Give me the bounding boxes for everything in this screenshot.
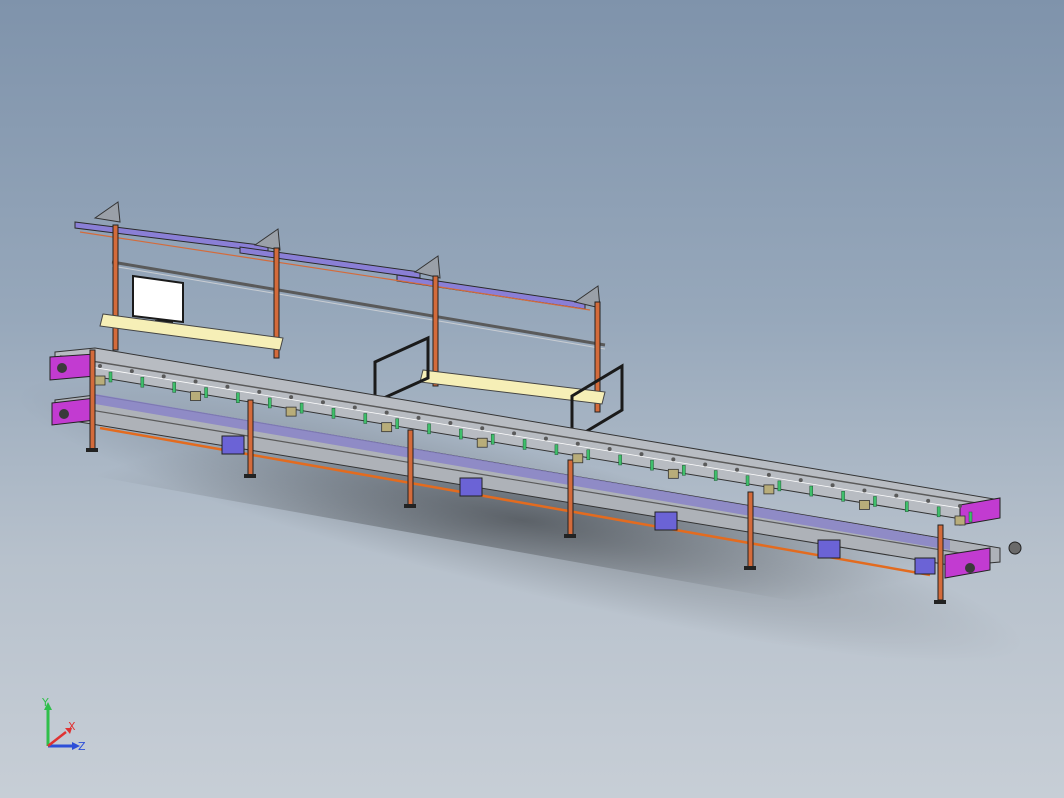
roller-dot [703, 462, 708, 467]
fixture-block [572, 453, 584, 464]
roller-dot [512, 431, 517, 436]
fixture-pin [108, 371, 113, 383]
fixture-pin [682, 465, 686, 476]
fixture-pin [363, 413, 368, 424]
fixture-pin [395, 418, 399, 429]
fixture-pin [650, 459, 654, 471]
roller-dot [894, 493, 899, 498]
fixture-block [94, 375, 106, 386]
fixture-pin [427, 423, 431, 435]
fixture-pin [809, 485, 813, 497]
x-axis-line [47, 731, 67, 747]
fixture-block [667, 468, 679, 479]
roller-dot [352, 405, 357, 410]
fixture-pin [554, 444, 559, 455]
fixture-pin [745, 475, 750, 486]
roller-dot [98, 364, 102, 368]
roller-dot [830, 483, 835, 488]
fixture-pin [841, 491, 845, 502]
fixture-pin [172, 382, 176, 393]
roller-dot [766, 472, 771, 477]
roller-dot [958, 504, 962, 508]
roller-dot [926, 498, 931, 503]
roller-dot [257, 389, 262, 394]
fixture-pin [713, 470, 718, 481]
fixture-block [190, 391, 201, 401]
fixture-pin [459, 428, 463, 440]
roller-dot [129, 369, 134, 374]
fixture-pin [968, 511, 973, 523]
z-axis-label: Z [78, 740, 86, 753]
roller-dot [161, 374, 166, 379]
roller-dot [225, 384, 230, 389]
fixture-pin [204, 387, 208, 398]
fixture-pin [299, 402, 304, 414]
fixture-block [859, 500, 870, 510]
roller-dot [320, 400, 325, 405]
fixture-block [476, 437, 488, 448]
roller-dot [639, 452, 644, 457]
fixture-block [763, 484, 775, 495]
roller-dot [671, 457, 676, 462]
roller-dot [575, 441, 580, 446]
fixture-pin [140, 376, 145, 388]
fixture-pin [236, 392, 240, 403]
roller-dot [384, 410, 389, 415]
monitor[interactable] [132, 274, 184, 324]
roller-dot [416, 415, 421, 420]
fixture-pin [586, 449, 591, 461]
fixture-pin [873, 496, 877, 507]
fixture-pin [522, 439, 527, 450]
roller-dot [543, 436, 548, 441]
fixture-pin [490, 433, 495, 445]
assembly-line-model[interactable] [0, 0, 1064, 798]
fixture-pin [268, 397, 272, 409]
fixture-pin [905, 501, 909, 512]
roller-dot [607, 446, 612, 451]
fixture-pin [331, 408, 336, 419]
cad-viewport[interactable]: Y X Z [0, 0, 1064, 798]
roller-dot [862, 488, 867, 493]
roller-dot [289, 395, 294, 400]
fixture-block [954, 515, 966, 526]
roller-dot [798, 478, 803, 483]
fixture-pin [777, 480, 782, 492]
fixture-pin [618, 454, 622, 466]
roller-dot [480, 426, 485, 431]
fixture-pin [936, 506, 941, 518]
fixture-block [381, 422, 393, 433]
fixture-block [285, 406, 297, 417]
roller-dot [448, 421, 453, 426]
roller-dot [193, 379, 198, 384]
x-axis-label: X [68, 720, 76, 733]
coordinate-triad-icon: Y X Z [41, 698, 86, 753]
roller-dot [735, 467, 740, 472]
y-axis-label: Y [41, 698, 49, 709]
